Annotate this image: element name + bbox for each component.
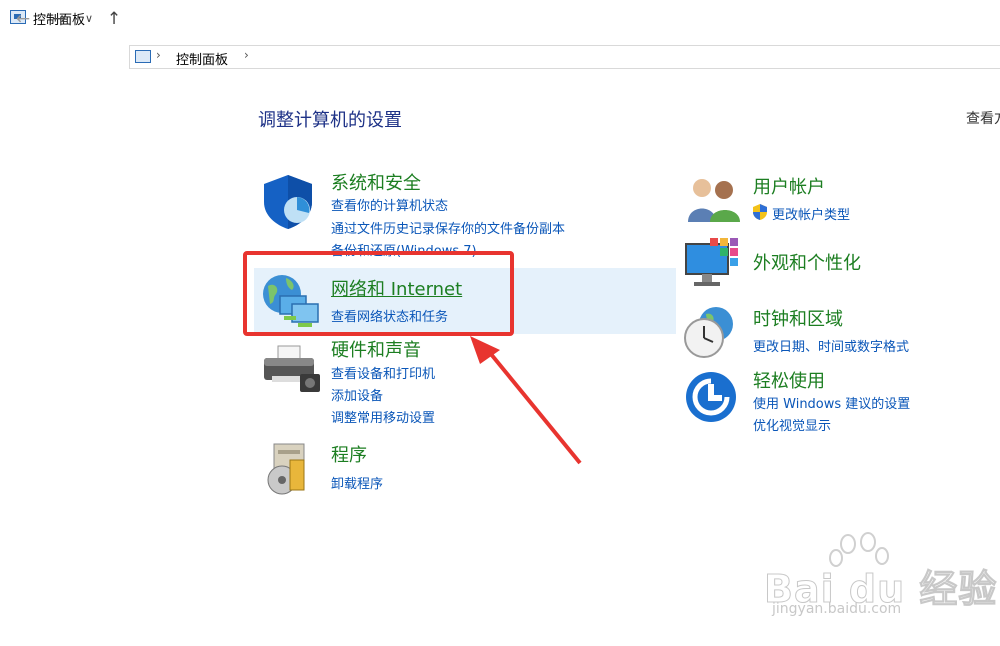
printer-icon — [264, 345, 320, 392]
watermark-url: jingyan.baidu.com — [772, 601, 902, 617]
breadcrumb-control-panel[interactable]: 控制面板 — [176, 49, 228, 68]
shield-icon — [264, 175, 312, 229]
link-change-date-time-format[interactable]: 更改日期、时间或数字格式 — [753, 336, 909, 355]
recent-locations-button[interactable]: ∨ — [78, 8, 100, 30]
link-mobility-settings[interactable]: 调整常用移动设置 — [331, 407, 435, 426]
address-bar[interactable]: › 控制面板 › — [129, 45, 1000, 69]
back-button[interactable]: ← — [12, 8, 34, 30]
link-view-computer-status[interactable]: 查看你的计算机状态 — [331, 195, 448, 214]
annotation-highlight-box — [243, 251, 514, 336]
forward-button[interactable]: → — [48, 8, 70, 30]
link-file-history-backup[interactable]: 通过文件历史记录保存你的文件备份副本 — [331, 218, 565, 237]
category-ease-of-access[interactable]: 轻松使用 — [753, 367, 825, 393]
uac-shield-icon — [753, 204, 767, 220]
category-hardware-sound[interactable]: 硬件和声音 — [331, 336, 421, 362]
link-change-account-type[interactable]: 更改帐户类型 — [772, 204, 850, 223]
breadcrumb-separator[interactable]: › — [156, 48, 161, 62]
link-uninstall-program[interactable]: 卸载程序 — [331, 473, 383, 492]
ease-of-access-icon — [686, 372, 736, 422]
category-system-security[interactable]: 系统和安全 — [331, 169, 421, 195]
link-add-device[interactable]: 添加设备 — [331, 385, 383, 404]
breadcrumb-separator[interactable]: › — [244, 48, 249, 62]
control-panel-icon — [135, 50, 151, 63]
title-bar — [0, 0, 1000, 38]
up-button[interactable]: ↑ — [103, 8, 125, 30]
link-optimize-visual-display[interactable]: 优化视觉显示 — [753, 415, 831, 434]
appearance-icon — [685, 238, 738, 286]
category-programs[interactable]: 程序 — [331, 441, 367, 467]
view-by-label: 查看方 — [966, 111, 1000, 127]
link-recommended-settings[interactable]: 使用 Windows 建议的设置 — [753, 393, 910, 412]
programs-icon — [267, 443, 305, 495]
clock-globe-icon — [684, 307, 733, 358]
link-devices-printers[interactable]: 查看设备和打印机 — [331, 363, 435, 382]
category-user-accounts[interactable]: 用户帐户 — [753, 173, 825, 199]
user-accounts-icon — [688, 179, 740, 222]
category-appearance[interactable]: 外观和个性化 — [753, 249, 861, 275]
page-title: 调整计算机的设置 — [258, 110, 402, 131]
category-clock-region[interactable]: 时钟和区域 — [753, 305, 843, 331]
